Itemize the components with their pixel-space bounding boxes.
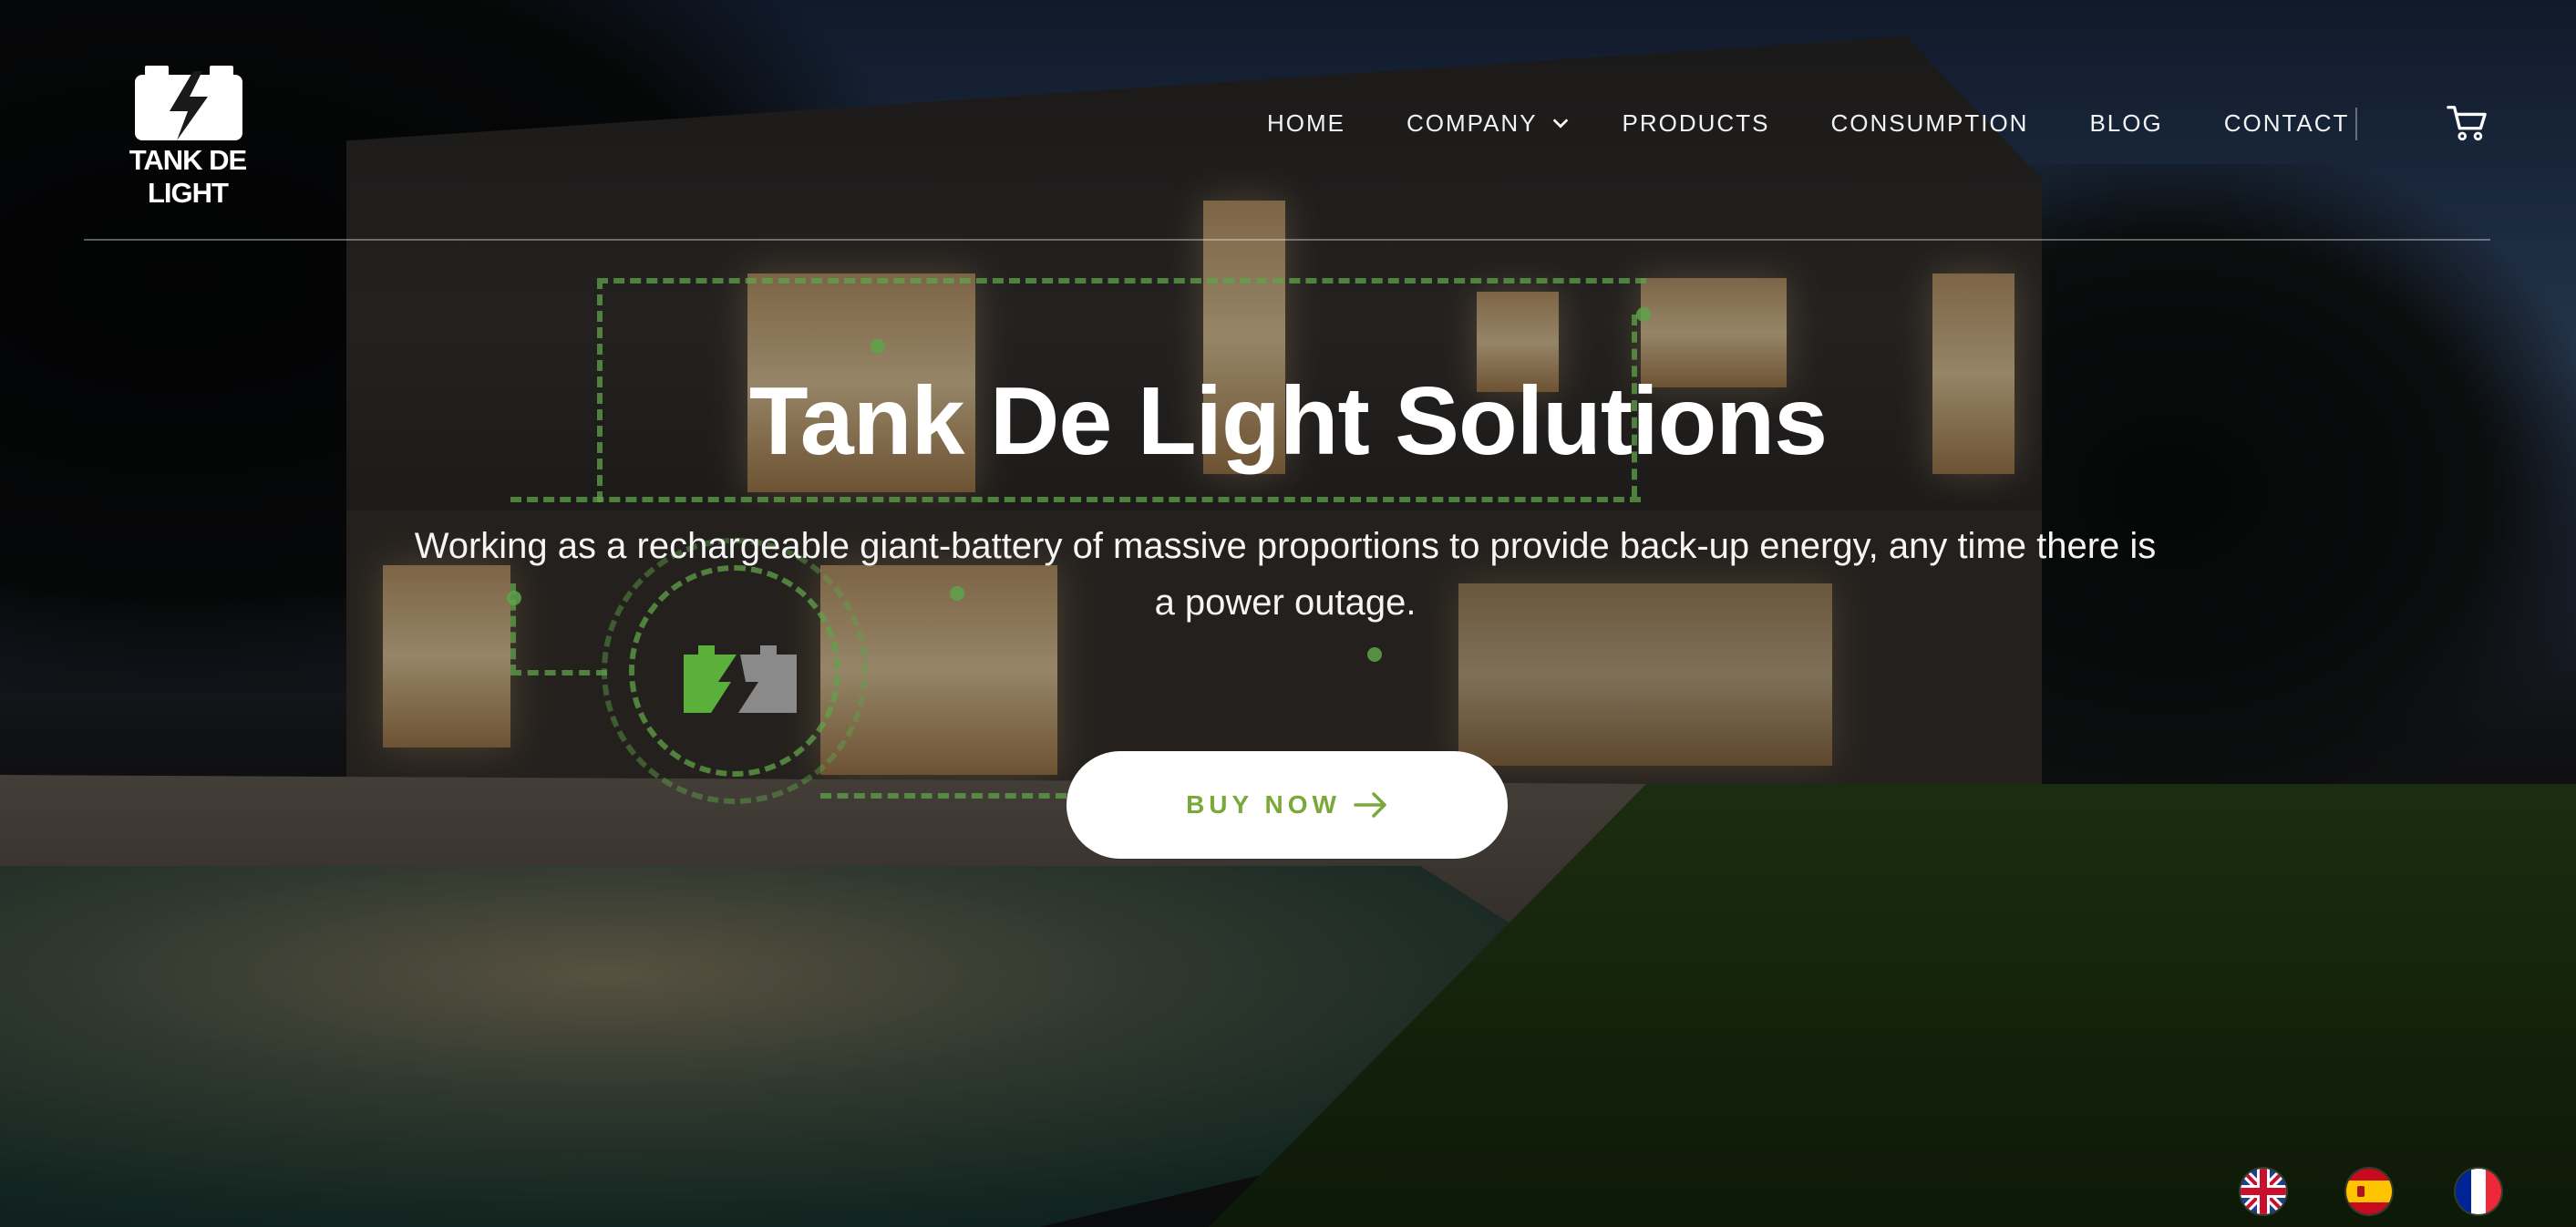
logo-wordmark: TANK DE LIGHT [129,144,247,209]
nav-item-products[interactable]: PRODUCTS [1623,109,1770,138]
illustration-dashed-line [820,793,1066,799]
nav-divider [2355,108,2357,140]
battery-illustration-icon [684,645,797,713]
nav-item-consumption[interactable]: CONSUMPTION [1830,109,2028,138]
nav-item-label: HOME [1267,108,1345,137]
nav-item-label: CONSUMPTION [1830,108,2029,137]
buy-now-button[interactable]: BUY NOW [1066,751,1508,859]
nav-item-home[interactable]: HOME [1267,109,1345,138]
battery-logo-icon [135,66,242,140]
hero-subtitle: Working as a rechargeable giant-battery … [414,526,2157,623]
spain-flag-icon [2346,1169,2392,1214]
nav-item-contact[interactable]: CONTACT [2224,109,2350,138]
nav-item-label: CONTACT [2223,108,2350,137]
brand-logo[interactable]: TANK DE LIGHT [115,66,261,209]
site-header: TANK DE LIGHT HOME COMPANY PRODUCTS CONS… [0,0,2576,241]
language-french[interactable] [2456,1169,2501,1214]
chevron-down-icon [1552,119,1568,129]
language-spanish[interactable] [2346,1169,2392,1214]
arrow-right-icon [1354,792,1386,818]
shopping-cart-icon[interactable] [2446,102,2488,144]
main-nav: HOME COMPANY PRODUCTS CONSUMPTION BLOG C… [1267,100,2410,146]
nav-item-label: BLOG [2089,108,2163,137]
language-english[interactable] [2241,1169,2286,1214]
header-divider-line [84,239,2490,241]
hero-title: Tank De Light Solutions [748,367,1828,475]
buy-now-label: BUY NOW [1186,790,1341,819]
nav-item-company[interactable]: COMPANY [1406,109,1571,138]
france-flag-icon [2456,1169,2501,1214]
nav-item-label: COMPANY [1406,108,1538,137]
nav-item-label: PRODUCTS [1622,108,1770,137]
uk-flag-icon [2241,1169,2286,1214]
nav-item-blog[interactable]: BLOG [2089,109,2162,138]
